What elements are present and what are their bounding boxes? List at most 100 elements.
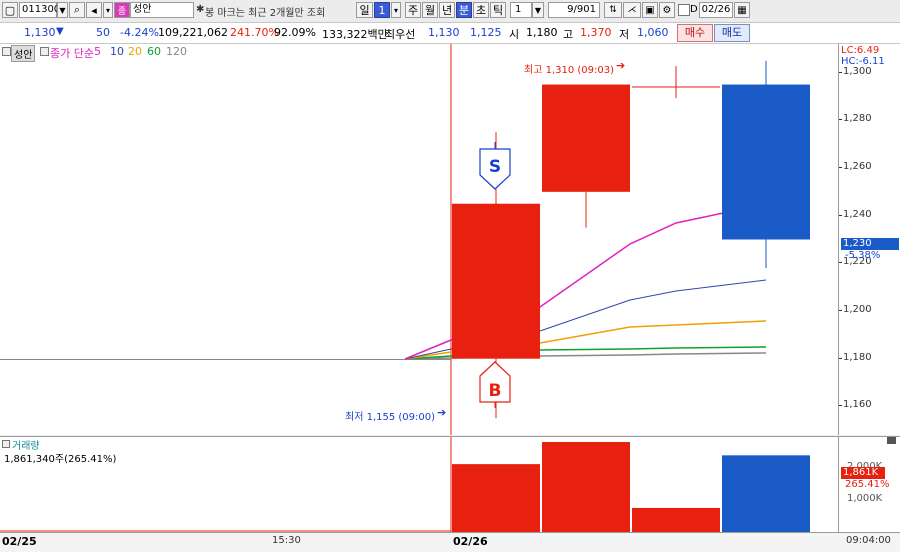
interval-dropdown-icon[interactable]: ▼: [532, 2, 544, 18]
interval-input[interactable]: 1: [510, 2, 532, 18]
time-axis: 02/25 15:30 02/26 09:04:00: [0, 532, 900, 552]
candle-body: [452, 203, 540, 359]
sell-signal-marker: S: [479, 142, 511, 190]
count-input[interactable]: 9/901: [548, 2, 600, 18]
open-label: 시: [509, 28, 520, 41]
x-label-cursor-time: 09:04:00: [846, 535, 891, 546]
line-tool-icon[interactable]: ⋌: [623, 2, 641, 18]
volume-bar: [542, 442, 630, 533]
legend-toggle-icon[interactable]: [2, 47, 11, 56]
period-week[interactable]: 주: [405, 2, 421, 18]
date-input[interactable]: 02/26: [699, 2, 733, 18]
top-toolbar: ▢ 011300 ▼ ⌕ ◂ ▾ 종 성안 ✱ 봉 마크는 최근 2개월만 조회…: [0, 0, 900, 23]
ma-period-20: 20: [128, 45, 142, 58]
speaker-dropdown-icon[interactable]: ▾: [103, 2, 113, 18]
save-icon[interactable]: ▣: [642, 2, 658, 18]
current-price-tag: 1,230: [841, 238, 899, 250]
lc-label: LC:6.49: [841, 45, 880, 56]
volume-value: 1,861,340주(265.41%): [4, 454, 117, 465]
period-month[interactable]: 월: [422, 2, 438, 18]
total-volume: 109,221,062: [158, 26, 228, 39]
candle-body: [722, 84, 810, 240]
price-axis-tick: 1,240: [839, 208, 872, 220]
period-input[interactable]: 1: [374, 2, 390, 18]
speaker-icon[interactable]: ◂: [86, 2, 102, 18]
price-axis-tick: 1,280: [839, 113, 872, 125]
volume-bars-group: [452, 442, 810, 533]
period-minute[interactable]: 분: [456, 2, 472, 18]
price-axis-tick: 1,160: [839, 399, 872, 411]
ma-period-60: 60: [147, 45, 161, 58]
ma-toggle-icon[interactable]: [40, 47, 49, 56]
volume-chart-svg[interactable]: [0, 437, 838, 533]
volume-bar: [452, 464, 540, 533]
d-checkbox[interactable]: [678, 4, 690, 16]
ticker-bar: 1,130 ▼ 50 -4.24% 109,221,062 241.70% 92…: [0, 23, 900, 44]
buy-signal-letter: B: [489, 381, 502, 401]
price-chart[interactable]: S B 성안 종가 단순 5 10 20 60 120 최고 1,310 (09…: [0, 44, 838, 435]
change-percent: -4.24%: [120, 26, 159, 39]
candles-group: [452, 60, 810, 419]
low-label: 저: [619, 28, 630, 41]
volume-current-tag: 1,861K: [841, 467, 885, 479]
period-tick[interactable]: 틱: [490, 2, 506, 18]
turnover-rate: 92.09%: [274, 26, 316, 39]
panel-close-icon[interactable]: [887, 437, 896, 444]
ma-label: 종가 단순: [50, 47, 94, 60]
volume-ratio: 241.70%: [230, 26, 279, 39]
gear-icon[interactable]: ⚙: [659, 2, 675, 18]
price-axis[interactable]: LC:6.49 HC:-6.11 1,300 1,280 1,260 1,240 1,2…: [838, 44, 900, 435]
down-arrow-icon: ▼: [56, 26, 64, 37]
high-arrow-icon: ➔: [616, 59, 626, 72]
x-label-0225: 02/25: [2, 535, 37, 548]
stock-type-badge: 종: [114, 2, 130, 18]
volume-bar: [632, 507, 720, 533]
price-axis-tick: 1,260: [839, 160, 872, 172]
ma-period-120: 120: [166, 45, 187, 58]
price-chart-svg[interactable]: S B: [0, 44, 838, 435]
ask-price: 1,130: [428, 26, 460, 39]
ma-period-10: 10: [110, 45, 124, 58]
price-change: 50: [96, 26, 110, 39]
price-axis-tick: 1,200: [839, 304, 872, 316]
volume-axis-pct: 265.41%: [845, 479, 890, 490]
volume-axis: 2,000K 1,861K 265.41% 1,000K: [838, 436, 900, 532]
d-checkbox-label: D: [690, 4, 698, 15]
current-price: 1,130: [24, 26, 56, 39]
buy-signal-marker: B: [479, 361, 511, 408]
open-price: 1,180: [526, 26, 558, 39]
trade-amount: 133,322백만: [322, 28, 388, 41]
window-icon[interactable]: ▢: [2, 2, 18, 18]
code-dropdown-icon[interactable]: ▼: [57, 2, 68, 18]
period-day[interactable]: 일: [356, 2, 373, 18]
period-second[interactable]: 초: [473, 2, 489, 18]
sell-button[interactable]: 매도: [714, 24, 750, 42]
volume-panel[interactable]: 거래량 1,861,340주(265.41%): [0, 436, 838, 533]
calendar-icon[interactable]: ▦: [734, 2, 750, 18]
sell-signal-letter: S: [489, 157, 501, 177]
best-price-label: 최우선: [385, 28, 416, 41]
volume-axis-lower: 1,000K: [847, 493, 883, 504]
period-year[interactable]: 년: [439, 2, 455, 18]
search-icon[interactable]: ⌕: [69, 2, 85, 18]
x-label-1530: 15:30: [272, 535, 301, 546]
candle-body: [542, 84, 630, 192]
volume-toggle-icon[interactable]: [2, 440, 10, 448]
x-label-0226: 02/26: [453, 535, 488, 548]
low-price: 1,060: [637, 26, 669, 39]
low-annotation: 최저 1,155 (09:00): [345, 412, 436, 423]
ma-period-5: 5: [94, 45, 101, 58]
current-pct-tag: -5.38%: [845, 250, 881, 261]
stock-code-input[interactable]: 011300: [19, 2, 60, 18]
buy-button[interactable]: 매수: [677, 24, 713, 42]
high-annotation: 최고 1,310 (09:03): [524, 65, 615, 76]
price-axis-tick: 1,180: [839, 351, 872, 363]
high-label: 고: [563, 28, 574, 41]
period-dropdown-icon[interactable]: ▾: [391, 2, 401, 18]
stock-name-input[interactable]: 성안: [130, 2, 194, 18]
zoom-icon[interactable]: ⇅: [604, 2, 622, 18]
volume-bar: [722, 455, 810, 533]
bullet-icon: ✱: [196, 4, 205, 15]
legend-stock-name: 성안: [11, 45, 36, 62]
notice-text: 봉 마크는 최근 2개월만 조회: [205, 8, 326, 19]
